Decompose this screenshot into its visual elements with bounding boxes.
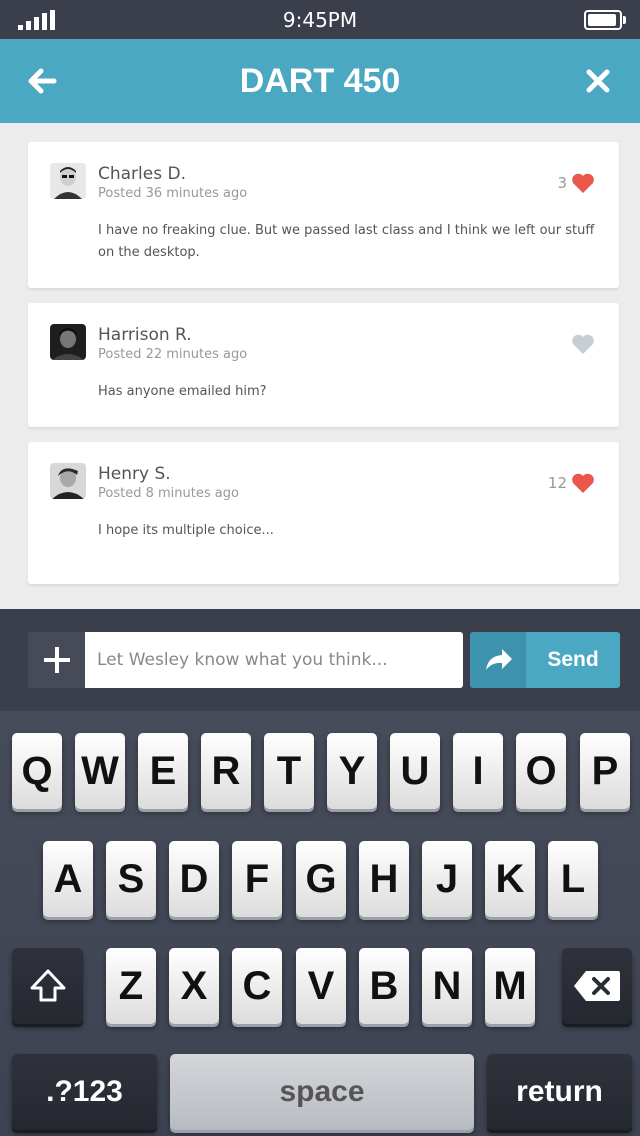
send-label: Send (547, 648, 599, 671)
like-button[interactable]: 12 (548, 472, 595, 494)
heart-icon (572, 473, 594, 493)
close-icon (586, 69, 610, 93)
key-d[interactable]: D (169, 841, 219, 917)
comment-card: Charles D. Posted 36 minutes ago I have … (28, 142, 619, 288)
share-arrow-icon (470, 632, 526, 688)
shift-key[interactable] (12, 948, 83, 1024)
comment-author: Charles D. (98, 164, 186, 184)
avatar (50, 163, 86, 199)
key-l[interactable]: L (548, 841, 598, 917)
backspace-icon (574, 971, 620, 1001)
like-button[interactable] (567, 333, 595, 355)
backspace-key[interactable] (562, 948, 632, 1024)
comment-timestamp: Posted 36 minutes ago (98, 186, 248, 201)
key-g[interactable]: G (296, 841, 346, 917)
key-b[interactable]: B (359, 948, 409, 1024)
comment-card: Harrison R. Posted 22 minutes ago Has an… (28, 303, 619, 427)
numbers-key[interactable]: .?123 (12, 1054, 157, 1130)
key-r[interactable]: R (201, 733, 251, 809)
like-count: 12 (547, 474, 567, 492)
comment-text: Has anyone emailed him? (98, 384, 267, 399)
comment-author: Henry S. (98, 464, 171, 484)
key-w[interactable]: W (75, 733, 125, 809)
comment-author: Harrison R. (98, 325, 192, 345)
status-bar: 9:45PM (0, 0, 640, 39)
battery-icon (584, 10, 626, 30)
key-f[interactable]: F (232, 841, 282, 917)
close-button[interactable] (578, 61, 618, 101)
comment-card: Henry S. Posted 8 minutes ago I hope its… (28, 442, 619, 584)
key-q[interactable]: Q (12, 733, 62, 809)
page-title: DART 450 (239, 62, 401, 100)
key-e[interactable]: E (138, 733, 188, 809)
key-h[interactable]: H (359, 841, 409, 917)
shift-icon (30, 969, 65, 1002)
key-a[interactable]: A (43, 841, 93, 917)
key-p[interactable]: P (580, 733, 630, 809)
key-u[interactable]: U (390, 733, 440, 809)
compose-bar: Send (0, 609, 640, 711)
comment-text: I hope its multiple choice... (98, 523, 274, 538)
space-key[interactable]: space (170, 1054, 474, 1130)
status-time: 9:45PM (282, 8, 358, 32)
key-v[interactable]: V (296, 948, 346, 1024)
comment-text: I have no freaking clue. But we passed l… (98, 223, 595, 260)
key-x[interactable]: X (169, 948, 219, 1024)
key-y[interactable]: Y (327, 733, 377, 809)
key-c[interactable]: C (232, 948, 282, 1024)
return-key[interactable]: return (487, 1054, 632, 1130)
key-n[interactable]: N (422, 948, 472, 1024)
comment-timestamp: Posted 22 minutes ago (98, 347, 248, 362)
comment-timestamp: Posted 8 minutes ago (98, 486, 239, 501)
like-count: 3 (557, 174, 567, 192)
key-k[interactable]: K (485, 841, 535, 917)
key-i[interactable]: I (453, 733, 503, 809)
avatar (50, 463, 86, 499)
send-button[interactable]: Send (470, 632, 620, 688)
key-o[interactable]: O (516, 733, 566, 809)
heart-icon (572, 173, 594, 193)
heart-icon (572, 334, 594, 354)
key-m[interactable]: M (485, 948, 535, 1024)
key-z[interactable]: Z (106, 948, 156, 1024)
avatar (50, 324, 86, 360)
key-s[interactable]: S (106, 841, 156, 917)
key-j[interactable]: J (422, 841, 472, 917)
key-t[interactable]: T (264, 733, 314, 809)
header-bar: DART 450 (0, 39, 640, 123)
keyboard: Q W E R T Y U I O P A S D F G H J K L Z … (0, 711, 640, 1136)
comment-input[interactable] (85, 632, 463, 688)
attach-plus-button[interactable] (28, 632, 85, 688)
like-button[interactable]: 3 (557, 172, 595, 194)
